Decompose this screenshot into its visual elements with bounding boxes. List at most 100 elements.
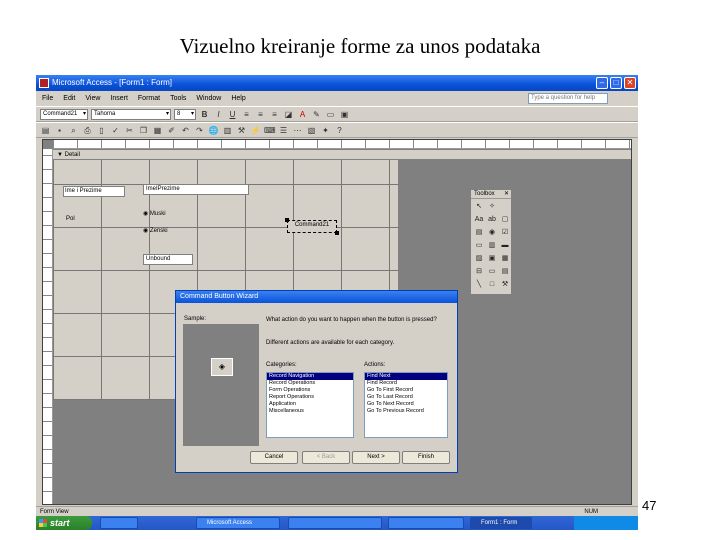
list-item[interactable]: Go To Last Record [365, 394, 447, 401]
image-tool-icon[interactable]: ▨ [473, 253, 485, 265]
font-combo[interactable]: Tahoma [91, 108, 171, 120]
finish-button[interactable]: Finish [402, 451, 450, 464]
taskbar-item[interactable] [100, 517, 138, 529]
textbox-ime-prezime[interactable]: ImeIPrezime [143, 184, 249, 195]
maximize-button[interactable]: □ [610, 77, 622, 89]
list-item[interactable]: Form Operations [267, 387, 353, 394]
command-button-control[interactable]: Command21 [287, 220, 337, 233]
label-ime-prezime[interactable]: Ime i Prezime [63, 186, 125, 197]
underline-icon[interactable]: U [227, 109, 238, 120]
copy-icon[interactable]: ❐ [138, 125, 149, 136]
close-icon[interactable]: ✕ [504, 190, 509, 199]
fill-color-icon[interactable]: ◪ [283, 109, 294, 120]
close-button[interactable]: ✕ [624, 77, 636, 89]
size-combo[interactable]: 8 [174, 108, 196, 120]
properties-icon[interactable]: ☰ [278, 125, 289, 136]
window-titlebar[interactable]: Microsoft Access - [Form1 : Form] – □ ✕ [36, 75, 638, 91]
subform-tool-icon[interactable]: ▤ [499, 266, 511, 278]
detail-section-bar[interactable]: ▼ Detail [53, 150, 631, 160]
align-center-icon[interactable]: ≡ [255, 109, 266, 120]
font-color-icon[interactable]: A [297, 109, 308, 120]
undo-icon[interactable]: ↶ [180, 125, 191, 136]
hyperlink-icon[interactable]: 🌐 [208, 125, 219, 136]
menu-insert[interactable]: Insert [110, 95, 128, 102]
list-box-tool-icon[interactable]: ▥ [486, 240, 498, 252]
italic-icon[interactable]: I [213, 109, 224, 120]
textbox-tool-icon[interactable]: ab [486, 214, 498, 226]
bold-icon[interactable]: B [199, 109, 210, 120]
menu-window[interactable]: Window [196, 95, 221, 102]
rectangle-tool-icon[interactable]: □ [486, 279, 498, 291]
list-item[interactable]: Record Operations [267, 380, 353, 387]
option-muski[interactable]: ◉ Muski [143, 210, 166, 219]
menu-file[interactable]: File [42, 95, 53, 102]
code-icon[interactable]: ⌨ [264, 125, 276, 136]
control-wizards-icon[interactable]: ✧ [486, 201, 498, 213]
build-icon[interactable]: ⋯ [292, 125, 303, 136]
checkbox-tool-icon[interactable]: ☑ [499, 227, 511, 239]
print-icon[interactable]: ⎙ [82, 125, 93, 136]
cancel-button[interactable]: Cancel [250, 451, 298, 464]
redo-icon[interactable]: ↷ [194, 125, 205, 136]
command-button-tool-icon[interactable]: ▬ [499, 240, 511, 252]
option-group-tool-icon[interactable]: ▢ [499, 214, 511, 226]
list-item[interactable]: Go To Previous Record [365, 408, 447, 415]
tab-control-tool-icon[interactable]: ▭ [486, 266, 498, 278]
paste-icon[interactable]: ▦ [152, 125, 163, 136]
taskbar-item[interactable] [388, 517, 464, 529]
list-item[interactable]: Application [267, 401, 353, 408]
label-tool-icon[interactable]: Aa [473, 214, 485, 226]
list-item[interactable]: Report Operations [267, 394, 353, 401]
save-icon[interactable]: ▪ [54, 125, 65, 136]
list-item[interactable]: Find Record [365, 380, 447, 387]
help-icon[interactable]: ? [334, 125, 345, 136]
more-controls-icon[interactable]: ⚒ [499, 279, 511, 291]
menu-view[interactable]: View [85, 95, 100, 102]
toolbox-panel[interactable]: Toolbox ✕ ↖ ✧ Aa ab ▢ ▤ ◉ ☑ ▭ ▥ ▬ ▨ ▣ ▦ … [470, 189, 512, 295]
option-group-label[interactable]: Pol [65, 215, 75, 224]
format-painter-icon[interactable]: ✐ [166, 125, 177, 136]
view-icon[interactable]: ▤ [40, 125, 51, 136]
menu-edit[interactable]: Edit [63, 95, 75, 102]
taskbar-item-active[interactable]: Form1 : Form [470, 517, 532, 529]
start-button[interactable]: start [36, 516, 92, 530]
combo-box-tool-icon[interactable]: ▭ [473, 240, 485, 252]
object-combo[interactable]: Command21 [40, 108, 88, 120]
menu-help[interactable]: Help [231, 95, 245, 102]
list-item[interactable]: Go To Next Record [365, 401, 447, 408]
special-effect-icon[interactable]: ▣ [339, 109, 350, 120]
list-item[interactable]: Find Next [365, 373, 447, 380]
toolbox-icon[interactable]: ⚒ [236, 125, 247, 136]
bound-frame-tool-icon[interactable]: ▦ [499, 253, 511, 265]
unbound-frame-tool-icon[interactable]: ▣ [486, 253, 498, 265]
menu-tools[interactable]: Tools [170, 95, 186, 102]
autoformat-icon[interactable]: ⚡ [250, 125, 261, 136]
combo-box-control[interactable]: Unbound [143, 254, 193, 265]
list-item[interactable]: Record Navigation [267, 373, 353, 380]
line-color-icon[interactable]: ✎ [311, 109, 322, 120]
help-question-input[interactable]: Type a question for help [528, 93, 608, 104]
line-tool-icon[interactable]: ╲ [473, 279, 485, 291]
select-objects-icon[interactable]: ↖ [473, 201, 485, 213]
list-item[interactable]: Miscellaneous [267, 408, 353, 415]
toggle-tool-icon[interactable]: ▤ [473, 227, 485, 239]
print-preview-icon[interactable]: ▯ [96, 125, 107, 136]
border-icon[interactable]: ▭ [325, 109, 336, 120]
minimize-button[interactable]: – [596, 77, 608, 89]
next-button[interactable]: Next > [352, 451, 400, 464]
taskbar-item[interactable] [288, 517, 382, 529]
database-window-icon[interactable]: ▧ [306, 125, 317, 136]
categories-listbox[interactable]: Record Navigation Record Operations Form… [266, 372, 354, 438]
taskbar-item[interactable]: Microsoft Access [196, 517, 280, 529]
resize-handle[interactable] [335, 231, 339, 235]
resize-handle[interactable] [285, 218, 289, 222]
list-item[interactable]: Go To First Record [365, 387, 447, 394]
align-right-icon[interactable]: ≡ [269, 109, 280, 120]
new-object-icon[interactable]: ✦ [320, 125, 331, 136]
actions-listbox[interactable]: Find Next Find Record Go To First Record… [364, 372, 448, 438]
align-left-icon[interactable]: ≡ [241, 109, 252, 120]
option-zenski[interactable]: ◉ Zenski [143, 227, 168, 236]
search-icon[interactable]: ⌕ [68, 125, 79, 136]
spelling-icon[interactable]: ✓ [110, 125, 121, 136]
cut-icon[interactable]: ✂ [124, 125, 135, 136]
